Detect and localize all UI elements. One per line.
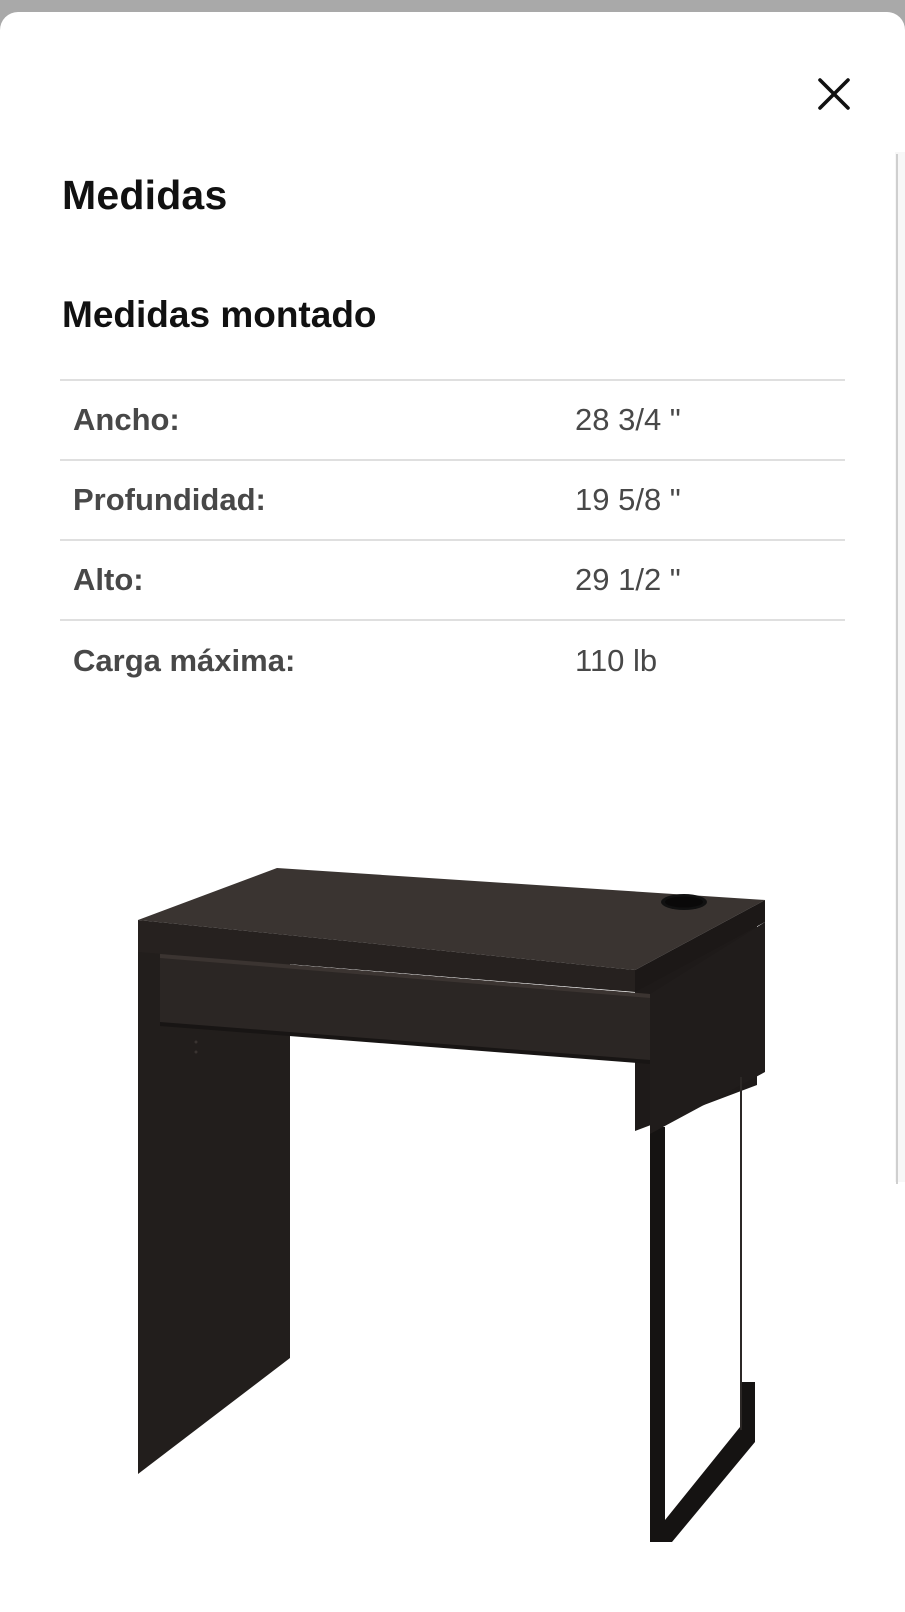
spec-value: 19 5/8 " (575, 482, 681, 517)
table-row: Profundidad: 19 5/8 " (60, 461, 845, 541)
spec-value: 28 3/4 " (575, 402, 681, 437)
spec-label: Alto: (73, 562, 144, 597)
page-title: Medidas (62, 172, 228, 218)
section-title: Medidas montado (62, 294, 377, 335)
spec-label: Carga máxima: (73, 643, 296, 678)
dimensions-table: Ancho: 28 3/4 " Profundidad: 19 5/8 " Al… (60, 379, 845, 701)
close-icon (818, 78, 850, 110)
desk-product-image (138, 868, 765, 1542)
table-row: Ancho: 28 3/4 " (60, 381, 845, 461)
dimensions-modal: Medidas Medidas montado Ancho: 28 3/4 " … (0, 12, 905, 1612)
spec-label: Profundidad: (73, 482, 266, 517)
spec-label: Ancho: (73, 402, 180, 437)
close-button[interactable] (812, 72, 856, 116)
spec-value: 110 lb (575, 643, 658, 678)
table-row: Carga máxima: 110 lb (60, 621, 845, 701)
spec-value: 29 1/2 " (575, 562, 681, 597)
table-row: Alto: 29 1/2 " (60, 541, 845, 621)
